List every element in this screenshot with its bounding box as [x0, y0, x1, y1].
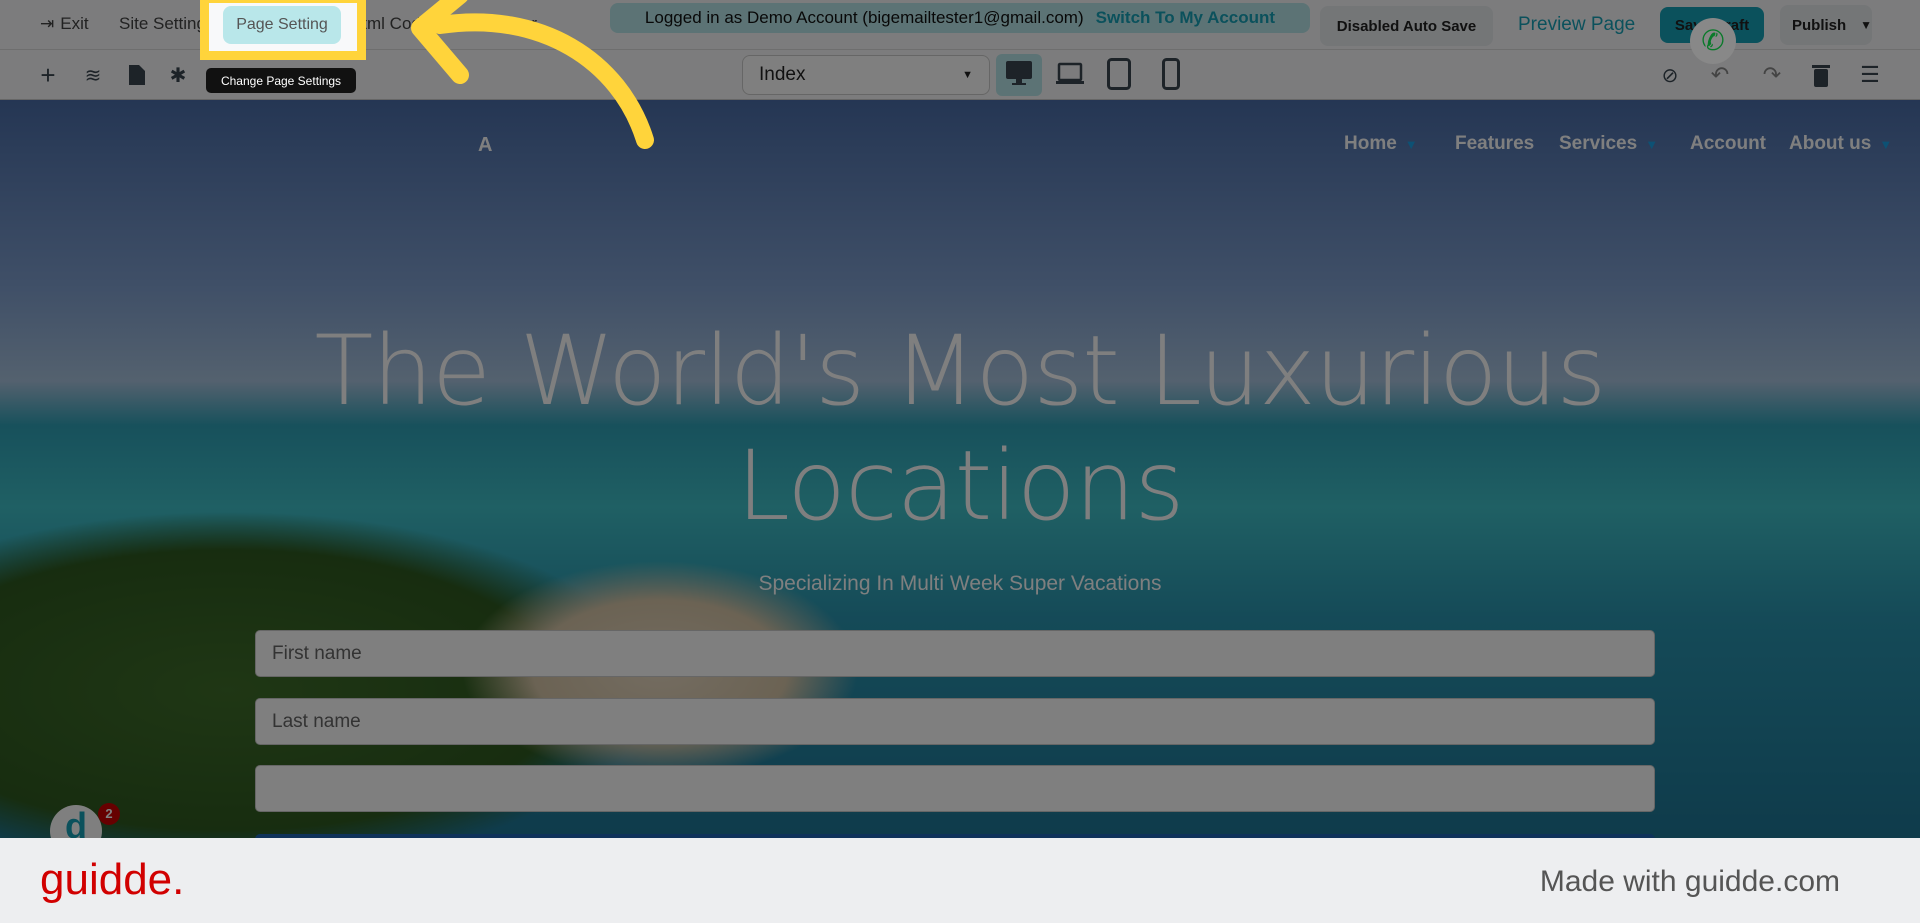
- nav-about[interactable]: About us ▼: [1789, 133, 1892, 155]
- redo-icon[interactable]: ↷: [1760, 62, 1784, 87]
- settings-sliders-icon[interactable]: ☰: [1858, 62, 1882, 87]
- mobile-icon: [1162, 58, 1180, 90]
- page-icon[interactable]: [125, 63, 149, 87]
- guidde-footer: guidde. Made with guidde.com: [0, 838, 1920, 923]
- laptop-view-button[interactable]: [1056, 62, 1084, 91]
- arrow-annotation-icon: [411, 0, 654, 149]
- hero-subtitle: Specializing In Multi Week Super Vacatio…: [758, 572, 1162, 595]
- logged-in-text: Logged in as Demo Account (bigemailteste…: [644, 8, 1084, 27]
- site-setting-button[interactable]: Site Setting: [119, 14, 206, 34]
- last-name-input[interactable]: Last name: [255, 698, 1655, 745]
- hide-icon[interactable]: ⊘: [1658, 63, 1682, 87]
- exit-icon: ⇥: [40, 14, 55, 33]
- desktop-icon: [1006, 60, 1032, 90]
- guidde-logo: guidde.: [40, 855, 185, 904]
- tablet-view-button[interactable]: [1107, 58, 1131, 95]
- exit-label: Exit: [60, 14, 89, 33]
- nav-label: Services: [1559, 133, 1638, 154]
- nav-services[interactable]: Services ▼: [1559, 133, 1658, 155]
- page-select[interactable]: Index ▼: [742, 55, 990, 95]
- page-setting-button[interactable]: Page Setting: [223, 6, 341, 44]
- nav-home[interactable]: Home ▼: [1344, 133, 1418, 155]
- plugin-icon[interactable]: ✱: [166, 63, 190, 87]
- first-name-input[interactable]: First name: [255, 630, 1655, 677]
- layers-icon[interactable]: ≋: [81, 63, 105, 87]
- nav-label: Home: [1344, 133, 1397, 154]
- mobile-view-button[interactable]: [1162, 58, 1180, 95]
- delete-icon[interactable]: [1812, 63, 1830, 92]
- page-select-value: Index: [759, 64, 806, 85]
- login-banner: Logged in as Demo Account (bigemailteste…: [610, 3, 1310, 33]
- chevron-down-icon: ▼: [1879, 137, 1893, 152]
- made-with-text: Made with guidde.com: [1539, 865, 1840, 898]
- chevron-down-icon: ▼: [962, 69, 973, 81]
- phone-icon[interactable]: ✆: [1690, 18, 1736, 64]
- laptop-icon: [1056, 62, 1084, 84]
- nav-account[interactable]: Account: [1690, 133, 1766, 155]
- chevron-down-icon: ▼: [1404, 137, 1418, 152]
- chevron-down-icon: ▼: [1645, 137, 1659, 152]
- caret-down-icon[interactable]: ▼: [1860, 18, 1872, 32]
- email-input[interactable]: [255, 765, 1655, 812]
- publish-label: Publish: [1792, 16, 1847, 34]
- tooltip: Change Page Settings: [206, 68, 356, 93]
- nav-features[interactable]: Features: [1455, 133, 1534, 155]
- chat-badge: 2: [98, 803, 120, 825]
- hero-title-line1: The World's Most Luxurious: [314, 315, 1607, 427]
- hero-title-line2: Locations: [736, 430, 1184, 542]
- preview-page-link[interactable]: Preview Page: [1518, 14, 1635, 36]
- nav-label: About us: [1789, 133, 1872, 154]
- tablet-icon: [1107, 58, 1131, 90]
- desktop-view-button[interactable]: [996, 54, 1042, 96]
- auto-save-toggle[interactable]: Disabled Auto Save: [1320, 6, 1493, 46]
- exit-button[interactable]: ⇥ Exit: [40, 14, 89, 34]
- undo-icon[interactable]: ↶: [1708, 62, 1732, 87]
- switch-account-link[interactable]: Switch To My Account: [1096, 8, 1275, 28]
- publish-button[interactable]: Publish ▼: [1780, 5, 1872, 45]
- add-icon[interactable]: +: [36, 60, 60, 90]
